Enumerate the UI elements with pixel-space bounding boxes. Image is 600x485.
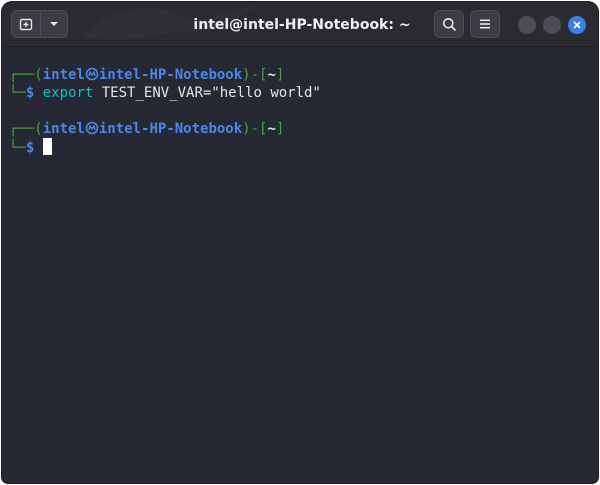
new-tab-button[interactable] — [11, 10, 41, 38]
close-button[interactable] — [568, 16, 586, 34]
prompt-symbol: $ — [25, 140, 35, 156]
input-line[interactable]: └─$ — [9, 138, 52, 156]
prompt-header-line: ┌──(intel intel-HP-Notebook)-[~] — [9, 120, 284, 138]
terminal-output[interactable]: ┌──(intel intel-HP-Notebook)-[~] └─$ expo… — [2, 47, 598, 483]
command-keyword: export — [42, 85, 94, 101]
prompt-cwd: ~ — [267, 121, 276, 137]
prompt-host: intel-HP-Notebook — [98, 67, 243, 83]
tab-menu-button[interactable] — [40, 10, 68, 38]
close-icon — [573, 21, 581, 29]
prompt-frame-open: ┌──( — [9, 121, 43, 137]
kali-dragon-icon — [85, 67, 99, 81]
maximize-button[interactable] — [543, 16, 561, 34]
prompt-symbol: $ — [25, 85, 35, 101]
search-button[interactable] — [434, 10, 464, 38]
prompt-cwd: ~ — [267, 67, 276, 83]
minimize-button[interactable] — [518, 16, 536, 34]
scrollbar[interactable] — [590, 51, 596, 471]
prompt-frame-mid: )-[ — [242, 121, 268, 137]
kali-dragon-icon — [85, 121, 99, 135]
header-bar: intel@intel-HP-Notebook: ~ — [2, 2, 598, 47]
prompt-frame-open: ┌──( — [9, 67, 43, 83]
prompt-frame-close: ] — [275, 67, 285, 83]
text-cursor — [42, 138, 52, 155]
prompt-frame-lead: └─ — [9, 85, 26, 101]
terminal-window: intel@intel-HP-Notebook: ~ ┌──(intel int… — [2, 2, 598, 483]
command-args: TEST_ENV_VAR="hello world" — [101, 85, 321, 101]
prompt-user: intel — [42, 67, 85, 83]
new-tab-icon — [19, 18, 33, 31]
command-line: └─$ export TEST_ENV_VAR="hello world" — [9, 84, 321, 102]
prompt-header-line: ┌──(intel intel-HP-Notebook)-[~] — [9, 66, 284, 84]
prompt-frame-mid: )-[ — [242, 67, 268, 83]
window-title: intel@intel-HP-Notebook: ~ — [193, 17, 411, 33]
search-icon — [442, 17, 456, 31]
hamburger-menu-icon — [480, 19, 490, 29]
main-menu-button[interactable] — [470, 10, 500, 38]
prompt-user: intel — [42, 121, 85, 137]
prompt-frame-close: ] — [275, 121, 285, 137]
prompt-host: intel-HP-Notebook — [98, 121, 243, 137]
chevron-down-icon — [50, 22, 58, 26]
prompt-frame-lead: └─ — [9, 140, 26, 156]
